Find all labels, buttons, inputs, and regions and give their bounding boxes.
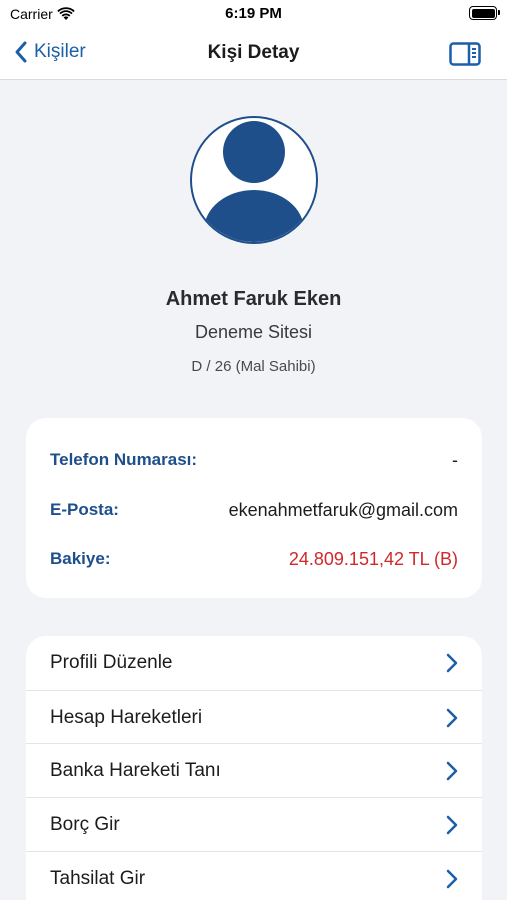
chevron-right-icon <box>446 761 458 781</box>
navigation-bar: Kişiler Kişi Detay <box>0 30 507 80</box>
clock: 6:19 PM <box>225 5 282 22</box>
email-label: E-Posta: <box>50 500 119 519</box>
menu-item-label: Profili Düzenle <box>50 652 173 673</box>
email-row: E-Posta: ekenahmetfaruk@gmail.com <box>50 498 458 522</box>
phone-label: Telefon Numarası: <box>50 450 198 469</box>
actions-menu: Profili Düzenle Hesap Hareketleri Banka … <box>26 636 482 900</box>
email-value[interactable]: ekenahmetfaruk@gmail.com <box>229 500 458 521</box>
menu-item-label: Hesap Hareketleri <box>50 707 203 728</box>
avatar <box>190 116 318 244</box>
chevron-right-icon <box>446 653 458 673</box>
chevron-right-icon <box>446 869 458 889</box>
balance-row: Bakiye: 24.809.151,42 TL (B) <box>50 547 458 571</box>
menu-item-edit-profile[interactable]: Profili Düzenle <box>26 636 482 690</box>
battery-icon <box>469 6 500 20</box>
menu-item-account-transactions[interactable]: Hesap Hareketleri <box>26 691 482 745</box>
contact-info-card: Telefon Numarası: - E-Posta: ekenahmetfa… <box>26 418 482 598</box>
status-bar: Carrier 6:19 PM <box>0 0 507 30</box>
menu-item-label: Banka Hareketi Tanı <box>50 760 221 781</box>
user-icon <box>204 121 304 242</box>
chevron-right-icon <box>446 815 458 835</box>
sidebar-icon <box>449 42 481 66</box>
phone-value: - <box>452 449 458 470</box>
contact-unit: D / 26 (Mal Sahibi) <box>191 358 316 375</box>
menu-item-enter-debt[interactable]: Borç Gir <box>26 798 482 852</box>
balance-label: Bakiye: <box>50 549 111 568</box>
page-title: Kişi Detay <box>207 42 300 63</box>
balance-value: 24.809.151,42 TL (B) <box>288 548 458 569</box>
contact-name: Ahmet Faruk Eken <box>165 288 342 310</box>
chevron-right-icon <box>446 708 458 728</box>
menu-item-label: Tahsilat Gir <box>50 868 146 889</box>
menu-item-identify-bank-transaction[interactable]: Banka Hareketi Tanı <box>26 744 482 798</box>
sidebar-toggle-button[interactable] <box>449 42 481 66</box>
contact-site: Deneme Sitesi <box>194 322 313 342</box>
menu-item-label: Borç Gir <box>50 814 120 835</box>
menu-item-enter-collection[interactable]: Tahsilat Gir <box>26 852 482 900</box>
phone-row: Telefon Numarası: - <box>50 448 458 472</box>
